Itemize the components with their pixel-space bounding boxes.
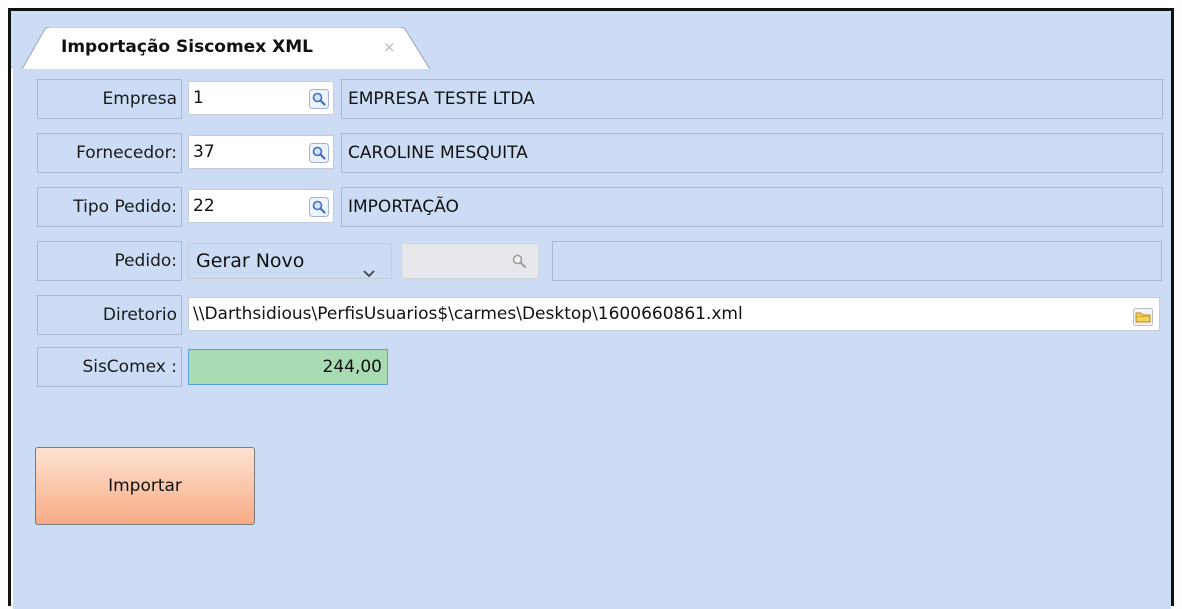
tab-strip: Importação Siscomex XML ×: [11, 11, 1171, 71]
pedido-label: Pedido:: [37, 241, 182, 281]
tipo-pedido-description: IMPORTAÇÃO: [341, 187, 1163, 227]
folder-icon[interactable]: [1133, 305, 1153, 337]
fornecedor-code-input[interactable]: 37: [188, 135, 334, 169]
fornecedor-description: CAROLINE MESQUITA: [341, 133, 1163, 173]
pedido-select[interactable]: Gerar Novo: [188, 243, 392, 279]
row-siscomex: SisComex : 244,00: [37, 347, 437, 387]
search-icon[interactable]: [309, 196, 329, 217]
search-icon: [510, 252, 528, 275]
empresa-code-value: 1: [193, 88, 204, 108]
pedido-number-input: [401, 243, 539, 279]
close-icon[interactable]: ×: [383, 38, 396, 56]
import-button[interactable]: Importar: [35, 447, 255, 525]
tipo-pedido-code-value: 22: [193, 196, 215, 216]
tab-importacao-siscomex[interactable]: Importação Siscomex XML ×: [21, 27, 431, 71]
row-tipo-pedido: Tipo Pedido: 22 IMPORTAÇÃO: [37, 187, 1163, 227]
row-empresa: Empresa 1 EMPRESA TESTE LTDA: [37, 79, 1163, 119]
siscomex-label: SisComex :: [37, 347, 182, 387]
pedido-description: [552, 241, 1162, 281]
tipo-pedido-label: Tipo Pedido:: [37, 187, 182, 227]
empresa-code-input[interactable]: 1: [188, 81, 334, 115]
row-diretorio: Diretorio \\Darthsidious\PerfisUsuarios$…: [37, 295, 1163, 335]
siscomex-value-input[interactable]: 244,00: [188, 349, 388, 385]
tab-title: Importação Siscomex XML: [61, 37, 313, 57]
search-icon[interactable]: [309, 88, 329, 109]
empresa-description: EMPRESA TESTE LTDA: [341, 79, 1163, 119]
fornecedor-code-value: 37: [193, 142, 215, 162]
diretorio-input[interactable]: \\Darthsidious\PerfisUsuarios$\carmes\De…: [188, 297, 1160, 331]
row-fornecedor: Fornecedor: 37 CAROLINE MESQUITA: [37, 133, 1163, 173]
empresa-label: Empresa: [37, 79, 182, 119]
row-pedido: Pedido: Gerar Novo: [37, 241, 1163, 281]
fornecedor-label: Fornecedor:: [37, 133, 182, 173]
chevron-down-icon[interactable]: [363, 256, 375, 290]
pedido-select-value: Gerar Novo: [196, 250, 305, 272]
diretorio-value: \\Darthsidious\PerfisUsuarios$\carmes\De…: [193, 304, 743, 324]
diretorio-label: Diretorio: [37, 295, 182, 335]
search-icon[interactable]: [309, 142, 329, 163]
tipo-pedido-code-input[interactable]: 22: [188, 189, 334, 223]
application-window: Importação Siscomex XML × Empresa 1 EMPR…: [8, 8, 1174, 609]
